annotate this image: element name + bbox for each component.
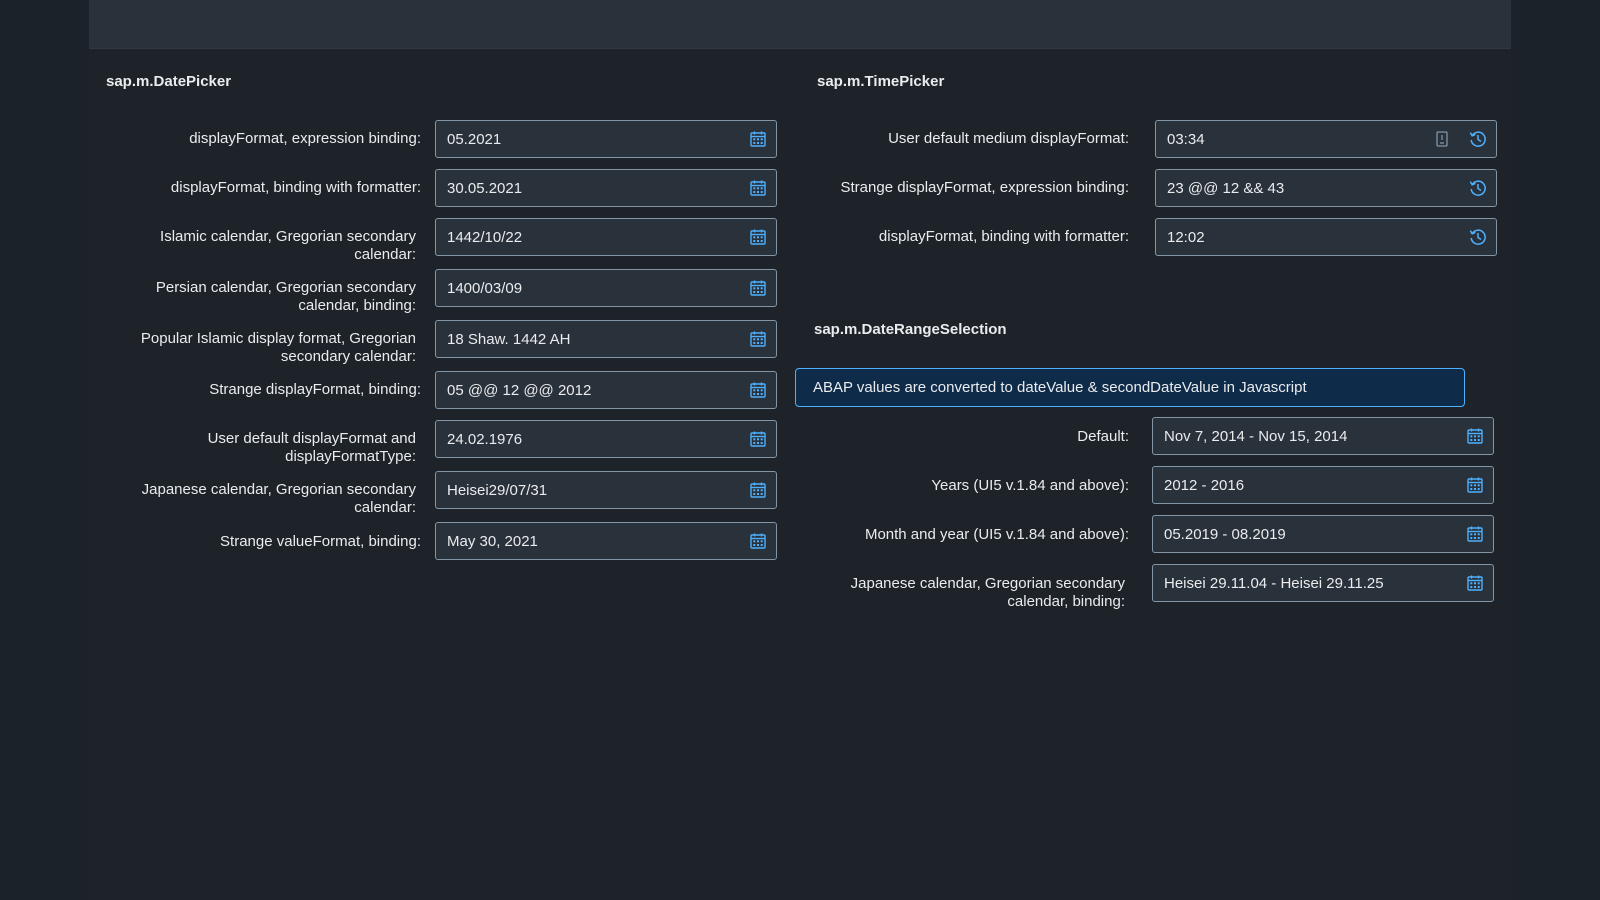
daterange-field-0 xyxy=(1152,417,1494,455)
datepicker-label-6: User default displayFormat and displayFo… xyxy=(207,430,416,465)
daterange-label-1: Years (UI5 v.1.84 and above): xyxy=(931,477,1129,494)
calendar-icon[interactable] xyxy=(1457,516,1493,552)
daterange-label-3: Japanese calendar, Gregorian secondary c… xyxy=(850,575,1125,610)
calendar-icon[interactable] xyxy=(1457,418,1493,454)
calendar-icon[interactable] xyxy=(740,170,776,206)
datepicker-input-5[interactable] xyxy=(436,372,740,408)
timepicker-section-title: sap.m.TimePicker xyxy=(817,73,945,90)
calendar-icon[interactable] xyxy=(1457,565,1493,601)
calendar-icon[interactable] xyxy=(740,472,776,508)
datepicker-input-4[interactable] xyxy=(436,321,740,357)
info-message-strip: ABAP values are converted to dateValue &… xyxy=(795,368,1465,407)
calendar-icon[interactable] xyxy=(740,421,776,457)
timepicker-label-2: displayFormat, binding with formatter: xyxy=(878,228,1129,245)
datepicker-label-7: Japanese calendar, Gregorian secondary c… xyxy=(141,481,416,516)
timepicker-label-1: Strange displayFormat, expression bindin… xyxy=(840,179,1130,196)
calendar-icon[interactable] xyxy=(740,219,776,255)
timepicker-input-2[interactable] xyxy=(1156,219,1460,255)
calendar-icon[interactable] xyxy=(740,270,776,306)
datepicker-field-0 xyxy=(435,120,777,158)
shell-bar xyxy=(89,0,1511,49)
time-entry-icon[interactable] xyxy=(1460,219,1496,255)
daterange-section-title: sap.m.DateRangeSelection xyxy=(814,321,1007,338)
datepicker-field-2 xyxy=(435,218,777,256)
daterange-field-2 xyxy=(1152,515,1494,553)
daterange-input-0[interactable] xyxy=(1153,418,1457,454)
daterange-field-1 xyxy=(1152,466,1494,504)
datepicker-section-title: sap.m.DatePicker xyxy=(106,73,232,90)
datepicker-label-5: Strange displayFormat, binding: xyxy=(209,381,421,398)
timepicker-input-1[interactable] xyxy=(1156,170,1460,206)
daterange-label-0: Default: xyxy=(1077,428,1129,445)
datepicker-input-2[interactable] xyxy=(436,219,740,255)
timepicker-field-2 xyxy=(1155,218,1497,256)
datepicker-input-3[interactable] xyxy=(436,270,740,306)
datepicker-label-1: displayFormat, binding with formatter: xyxy=(170,179,421,196)
calendar-icon[interactable] xyxy=(740,121,776,157)
datepicker-field-6 xyxy=(435,420,777,458)
calendar-icon[interactable] xyxy=(740,523,776,559)
daterange-input-3[interactable] xyxy=(1153,565,1457,601)
daterange-label-2: Month and year (UI5 v.1.84 and above): xyxy=(864,526,1129,543)
timepicker-field-0 xyxy=(1155,120,1497,158)
datepicker-input-1[interactable] xyxy=(436,170,740,206)
datepicker-field-4 xyxy=(435,320,777,358)
daterange-input-1[interactable] xyxy=(1153,467,1457,503)
timepicker-field-1 xyxy=(1155,169,1497,207)
datepicker-field-3 xyxy=(435,269,777,307)
daterange-field-3 xyxy=(1152,564,1494,602)
info-message-text: ABAP values are converted to dateValue &… xyxy=(813,379,1307,396)
keyboard-icon[interactable] xyxy=(1424,121,1460,157)
datepicker-input-0[interactable] xyxy=(436,121,740,157)
timepicker-label-0: User default medium displayFormat: xyxy=(888,130,1129,147)
calendar-icon[interactable] xyxy=(740,321,776,357)
datepicker-label-3: Persian calendar, Gregorian secondary ca… xyxy=(155,279,416,314)
datepicker-field-5 xyxy=(435,371,777,409)
datepicker-label-4: Popular Islamic display format, Gregoria… xyxy=(140,330,416,365)
datepicker-field-8 xyxy=(435,522,777,560)
datepicker-input-8[interactable] xyxy=(436,523,740,559)
datepicker-field-1 xyxy=(435,169,777,207)
datepicker-field-7 xyxy=(435,471,777,509)
datepicker-input-7[interactable] xyxy=(436,472,740,508)
datepicker-label-0: displayFormat, expression binding: xyxy=(189,130,421,147)
time-entry-icon[interactable] xyxy=(1460,121,1496,157)
calendar-icon[interactable] xyxy=(740,372,776,408)
datepicker-input-6[interactable] xyxy=(436,421,740,457)
page: sap.m.DatePicker displayFormat, expressi… xyxy=(89,0,1511,900)
calendar-icon[interactable] xyxy=(1457,467,1493,503)
daterange-input-2[interactable] xyxy=(1153,516,1457,552)
timepicker-input-0[interactable] xyxy=(1156,121,1424,157)
datepicker-label-8: Strange valueFormat, binding: xyxy=(220,533,421,550)
datepicker-label-2: Islamic calendar, Gregorian secondary ca… xyxy=(160,228,416,263)
time-entry-icon[interactable] xyxy=(1460,170,1496,206)
